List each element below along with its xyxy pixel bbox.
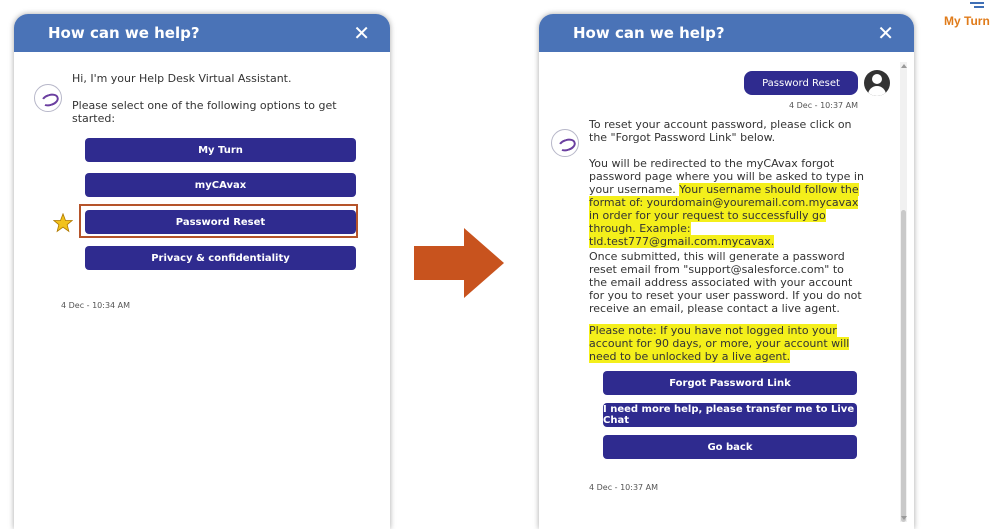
bot-avatar-icon [34,84,62,112]
bot-prompt: Please select one of the following optio… [72,99,337,125]
option-mycavax-button[interactable]: myCAvax [85,173,356,197]
my-turn-logo-icon [970,2,984,10]
chat-title: How can we help? [48,24,200,42]
scroll-down-arrow-icon[interactable] [901,516,907,520]
chat-scrollbar[interactable] [900,62,907,522]
arrow-right-icon [414,228,504,298]
chat-panel-initial: How can we help? ✕ Hi, I'm your Help Des… [14,14,390,529]
close-icon[interactable]: ✕ [353,23,370,43]
reply-submitted: Once submitted, this will generate a pas… [589,250,862,315]
bot-message-timestamp: 4 Dec - 10:37 AM [589,483,659,492]
bot-greeting: Hi, I'm your Help Desk Virtual Assistant… [72,72,292,85]
user-avatar-icon [864,70,890,96]
chat-panel-password-reset: How can we help? ✕ Password Reset 4 Dec … [539,14,914,529]
scroll-up-arrow-icon[interactable] [901,64,907,68]
user-message-timestamp: 4 Dec - 10:37 AM [789,101,859,110]
option-privacy-button[interactable]: Privacy & confidentiality [85,246,356,270]
my-turn-logo: My Turn [942,0,992,36]
star-icon [53,213,73,233]
forgot-password-link-button[interactable]: Forgot Password Link [603,371,857,395]
my-turn-logo-text: My Turn [944,14,990,28]
user-message-bubble: Password Reset [744,71,858,95]
message-timestamp: 4 Dec - 10:34 AM [61,301,131,310]
chat-header: How can we help? ✕ [539,14,914,52]
bot-avatar-icon [551,129,579,157]
chat-header: How can we help? ✕ [14,14,390,52]
live-chat-transfer-button[interactable]: I need more help, please transfer me to … [603,403,857,427]
chat-title: How can we help? [573,24,725,42]
reply-redirect: You will be redirected to the myCAvax fo… [589,157,864,248]
scroll-thumb[interactable] [901,210,906,522]
reply-note-highlight: Please note: If you have not logged into… [589,324,850,363]
option-my-turn-button[interactable]: My Turn [85,138,356,162]
go-back-button[interactable]: Go back [603,435,857,459]
selection-outline [79,204,358,238]
close-icon[interactable]: ✕ [877,23,894,43]
reply-note: Please note: If you have not logged into… [589,324,864,363]
reply-intro: To reset your account password, please c… [589,118,852,144]
